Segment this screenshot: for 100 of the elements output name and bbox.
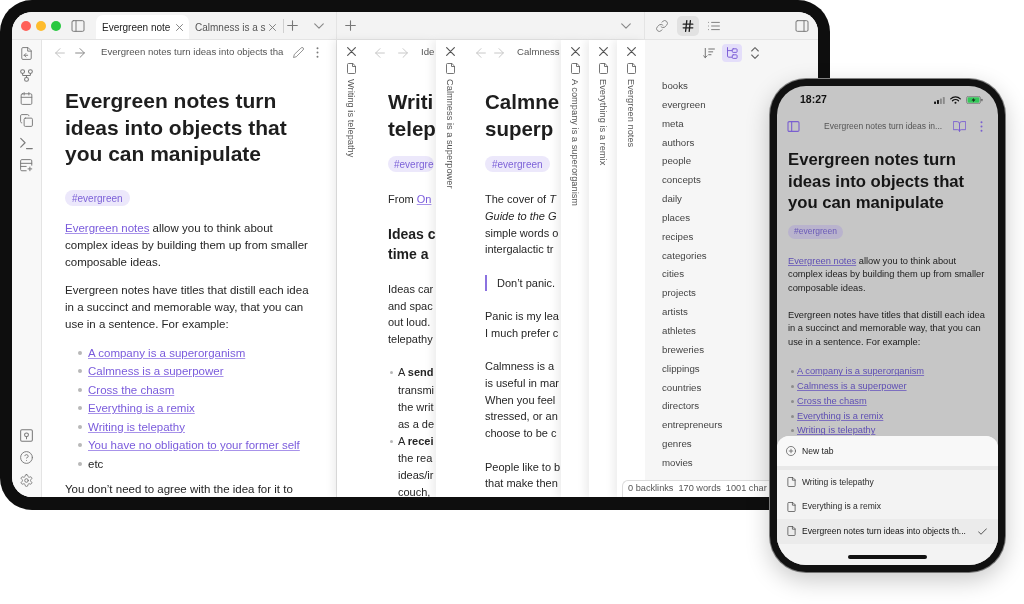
tag-list-item[interactable]: athletes (662, 325, 696, 337)
tag-list-item[interactable]: people (662, 155, 692, 168)
tag-list-item[interactable]: genres (662, 438, 692, 451)
note-link[interactable]: A company is a superorganism (88, 343, 246, 362)
tag-list-item[interactable]: authors (662, 136, 695, 149)
paragraph-text: You don’t need to agree with the idea for it to (65, 483, 294, 496)
close-window-icon[interactable] (21, 20, 31, 31)
zoom-window-icon[interactable] (51, 20, 61, 31)
note-link[interactable]: Cross the chasm (797, 393, 867, 409)
list-item-text: etc (88, 456, 104, 472)
more-icon[interactable] (316, 47, 319, 58)
calendar-icon[interactable] (20, 91, 33, 105)
tag-pill[interactable]: #evergre (388, 156, 435, 172)
more-icon[interactable] (979, 120, 983, 132)
table-plus-icon[interactable] (20, 159, 33, 173)
keyhole-icon[interactable] (20, 428, 33, 442)
bullet-icon (390, 439, 393, 443)
plus-icon[interactable] (287, 20, 298, 31)
pane-title[interactable]: A company is a superorganism (569, 79, 581, 207)
pane-header-title: Evergreen notes turn ideas into objects tha (101, 45, 284, 60)
tag-list-item[interactable]: cities (662, 268, 685, 281)
close-icon[interactable] (570, 47, 580, 56)
tag-list-item[interactable]: artists (662, 306, 688, 319)
fork-icon[interactable] (20, 69, 33, 83)
pane-title[interactable]: Everything is a remix (597, 79, 609, 166)
note-link[interactable]: On (416, 193, 432, 205)
tag-list-item[interactable]: projects (662, 287, 696, 300)
tag-list-item[interactable]: clippings (662, 362, 700, 375)
tag-list-item[interactable]: meta (662, 117, 684, 130)
tag-list-item[interactable]: countries (662, 381, 702, 394)
list-item-text: A recei the rea ideas/ir couch, (398, 433, 434, 497)
note-link[interactable]: You have no obligation to your former self (88, 436, 300, 455)
tag-list-item[interactable]: recipes (662, 230, 694, 243)
plus-circle-icon (786, 446, 796, 456)
note-link[interactable]: Writing is telepathy (797, 423, 876, 439)
chevron-down-icon[interactable] (621, 22, 631, 29)
note-link[interactable]: Calmness is a superpower (797, 379, 907, 394)
bullet-icon (78, 406, 82, 411)
sidebar-toggle-icon[interactable] (787, 120, 800, 132)
tag-pill[interactable]: #evergreen (65, 190, 130, 206)
tag-list-item[interactable]: movies (662, 456, 693, 469)
pane-title[interactable]: Writing is telepathy (345, 79, 357, 158)
arrow-right-icon[interactable] (74, 47, 86, 58)
tab-list-item[interactable]: Everything is a remix (777, 494, 998, 519)
close-icon[interactable] (445, 47, 455, 56)
tree-view-button[interactable] (721, 43, 742, 62)
note-link[interactable]: Everything is a remix (797, 408, 884, 424)
tag-list-item[interactable]: books (662, 80, 688, 92)
sort-icon (702, 46, 715, 59)
terminal-icon[interactable] (20, 136, 33, 150)
tab-list-item[interactable]: Writing is telepathy (777, 470, 998, 495)
file-arrow-icon[interactable] (20, 46, 33, 60)
tag-list-item[interactable]: concepts (662, 174, 701, 187)
note-link[interactable]: Everything is a remix (88, 399, 195, 418)
tag-list-item[interactable]: daily (662, 193, 682, 206)
sidebar-toggle-icon[interactable] (795, 19, 809, 32)
chevron-down-icon[interactable] (314, 22, 324, 29)
tag-list-item[interactable]: breweries (662, 343, 704, 356)
note-link[interactable]: A company is a superorganism (797, 364, 925, 380)
note-link[interactable]: Evergreen notes (788, 256, 857, 267)
tag-list-item[interactable]: entrepreneurs (662, 419, 723, 432)
pane-title[interactable]: Evergreen notes (625, 79, 637, 148)
status-text: 170 words (678, 482, 721, 496)
tag-list-item[interactable]: directors (662, 400, 700, 413)
close-icon[interactable] (598, 47, 608, 56)
copy-icon[interactable] (20, 114, 33, 128)
status-text: 1001 char (725, 482, 767, 496)
link-icon (656, 19, 668, 32)
note-link[interactable]: Calmness is a superpower (88, 362, 224, 381)
note-link[interactable]: Evergreen notes (65, 221, 150, 234)
file-icon (598, 63, 608, 74)
paragraph-text: People like to b that make then (485, 459, 561, 492)
pane-header-title: Calmness (517, 45, 560, 60)
plus-icon[interactable] (345, 20, 356, 31)
settings-icon[interactable] (20, 473, 33, 487)
bullet-icon (78, 350, 82, 355)
tab-list-item[interactable]: Evergreen notes turn ideas into objects th... (777, 519, 998, 544)
tab[interactable]: Calmness is a s (189, 15, 282, 39)
tag-pill[interactable]: #evergreen (485, 156, 550, 172)
tag-list-item[interactable]: categories (662, 249, 707, 262)
new-tab-button[interactable]: New tab (777, 436, 998, 466)
sidebar-toggle-icon[interactable] (71, 19, 85, 32)
pane-title[interactable]: Calmness is a superpower (444, 79, 456, 189)
pencil-icon[interactable] (293, 47, 304, 58)
note-link[interactable]: Cross the chasm (88, 380, 175, 399)
close-icon[interactable] (346, 47, 356, 56)
battery-icon (966, 96, 983, 104)
close-icon[interactable] (176, 23, 183, 31)
book-icon[interactable] (952, 120, 966, 132)
bullet-icon (78, 461, 82, 466)
help-icon[interactable] (20, 451, 33, 464)
note-title: Evergreen notes turn ideas into objects that you can manipulate (788, 149, 966, 214)
tag-list-item[interactable]: evergreen (662, 98, 706, 111)
tag-list-item[interactable]: places (662, 211, 690, 224)
note-link[interactable]: Writing is telepathy (88, 417, 185, 436)
file-icon (787, 501, 796, 512)
close-icon[interactable] (626, 47, 636, 56)
tab[interactable]: Evergreen note (96, 15, 189, 39)
close-icon[interactable] (269, 23, 276, 31)
tags-tab[interactable] (677, 15, 699, 36)
